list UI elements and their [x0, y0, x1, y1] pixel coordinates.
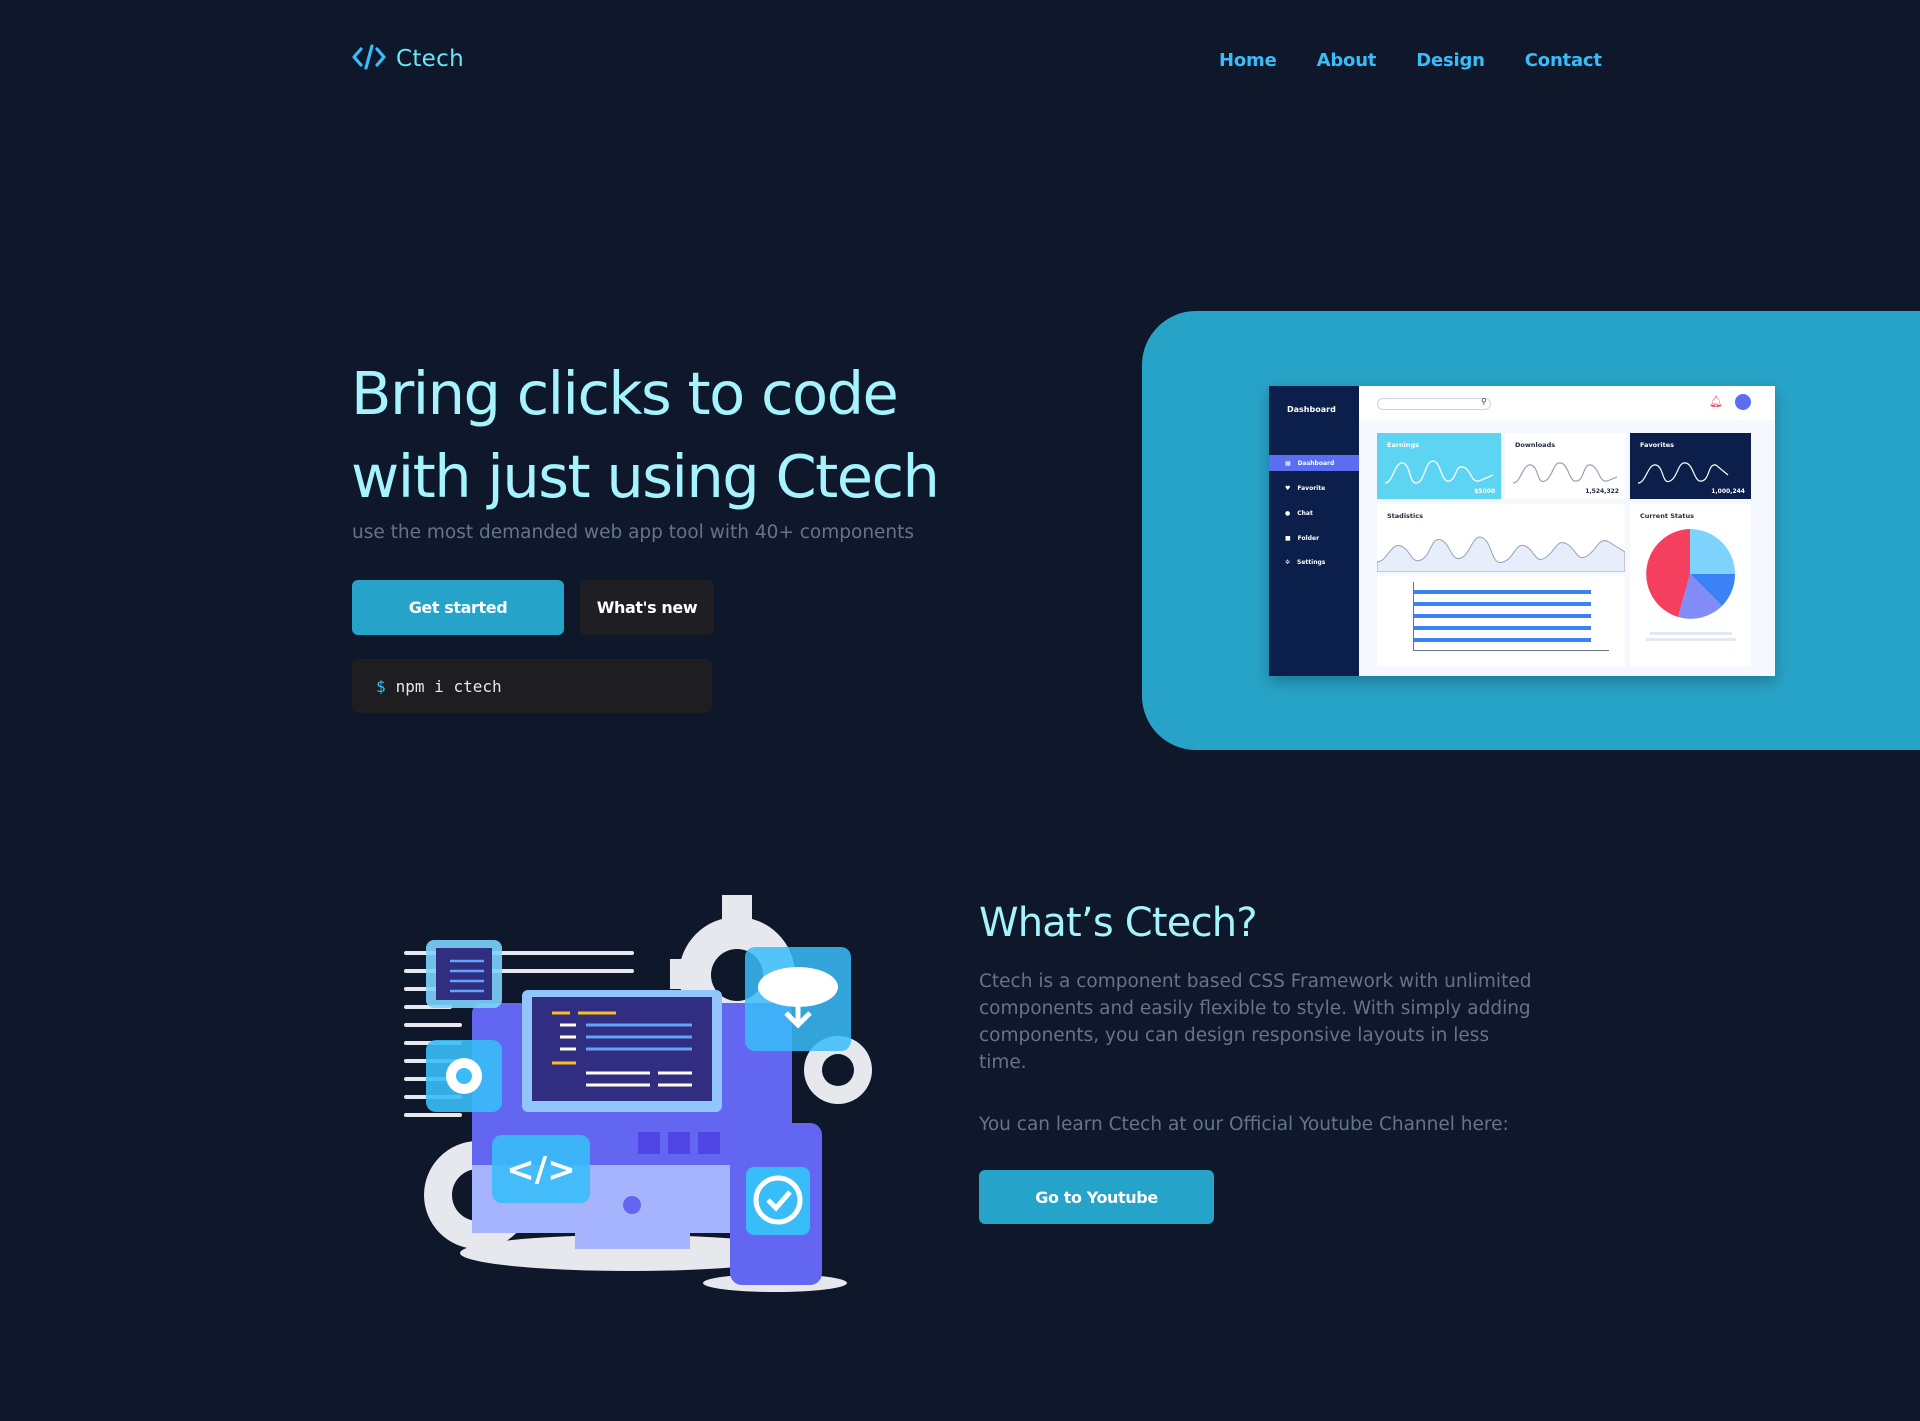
- earnings-card: Earnings $5000: [1377, 433, 1501, 499]
- search-icon: ⚲: [1481, 397, 1487, 406]
- go-to-youtube-button[interactable]: Go to Youtube: [979, 1170, 1214, 1224]
- text-placeholder: [1646, 638, 1736, 641]
- bell-icon: 🔔︎: [1709, 395, 1723, 408]
- main-nav: Home About Design Contact: [1219, 50, 1602, 71]
- about-description: Ctech is a component based CSS Framework…: [979, 971, 1532, 1073]
- hero-subtitle: use the most demanded web app tool with …: [352, 522, 915, 543]
- youtube-prompt: You can learn Ctech at our Official Yout…: [979, 1114, 1509, 1135]
- about-title: What’s Ctech?: [979, 900, 1258, 946]
- dashboard-menu-item: ✲ Settings: [1285, 558, 1326, 566]
- grid-icon: ▦: [1285, 459, 1291, 467]
- code-icon: [352, 44, 386, 74]
- dashboard-menu-item: ♥ Favorite: [1285, 484, 1326, 492]
- whats-new-button[interactable]: What's new: [580, 580, 714, 635]
- dashboard-title: Dashboard: [1287, 405, 1336, 414]
- statistics-card: Stadistics: [1377, 504, 1625, 572]
- nav-link-design[interactable]: Design: [1416, 50, 1485, 71]
- nav-link-about[interactable]: About: [1317, 50, 1377, 71]
- brand-logo[interactable]: Ctech: [352, 44, 464, 74]
- pie-chart: [1646, 529, 1736, 619]
- dashboard-sidebar: Dashboard ▦ Dashboard ♥ Favorite ● Chat ■ Fo…: [1269, 386, 1359, 676]
- hero-title: Bring clicks to code with just using Cte…: [351, 352, 1051, 518]
- install-command[interactable]: $ npm i ctech: [352, 659, 712, 713]
- bar-chart-card: [1377, 576, 1625, 666]
- hero-title-line-1: Bring clicks to code: [351, 359, 899, 428]
- svg-text:</>: </>: [506, 1150, 575, 1190]
- gear-icon: ✲: [1285, 558, 1291, 566]
- dashboard-topbar: ⚲ 🔔︎: [1359, 386, 1775, 420]
- get-started-button[interactable]: Get started: [352, 580, 564, 635]
- status-card: Current Status: [1630, 504, 1751, 666]
- chart-bar: [1413, 638, 1591, 642]
- brand-name: Ctech: [396, 46, 464, 72]
- developer-illustration: </>: [404, 895, 872, 1292]
- downloads-card: Downloads 1,524,322: [1505, 433, 1625, 499]
- avatar: [1735, 394, 1751, 410]
- command-prompt: $: [376, 676, 386, 696]
- dashboard-search: [1377, 398, 1491, 410]
- chart-bar: [1413, 590, 1591, 594]
- chart-axis: [1413, 650, 1609, 651]
- nav-link-home[interactable]: Home: [1219, 50, 1277, 71]
- hero-title-line-2: with just using Ctech: [351, 442, 940, 511]
- dashboard-menu-item: ▦ Dashboard: [1269, 455, 1359, 471]
- favorites-card: Favorites 1,000,244: [1630, 433, 1751, 499]
- nav-link-contact[interactable]: Contact: [1525, 50, 1602, 71]
- chart-bar: [1413, 626, 1591, 630]
- chart-bar: [1413, 602, 1591, 606]
- heart-icon: ♥: [1285, 484, 1291, 492]
- dashboard-mockup: Dashboard ▦ Dashboard ♥ Favorite ● Chat ■ Fo…: [1269, 386, 1775, 676]
- chart-bar: [1413, 614, 1591, 618]
- folder-icon: ■: [1285, 534, 1291, 542]
- dashboard-menu-item: ● Chat: [1285, 509, 1313, 517]
- command-text: npm i ctech: [395, 676, 502, 696]
- chart-axis: [1413, 582, 1414, 650]
- text-placeholder: [1650, 632, 1732, 635]
- dashboard-menu-item: ■ Folder: [1285, 534, 1320, 542]
- chat-icon: ●: [1285, 509, 1291, 517]
